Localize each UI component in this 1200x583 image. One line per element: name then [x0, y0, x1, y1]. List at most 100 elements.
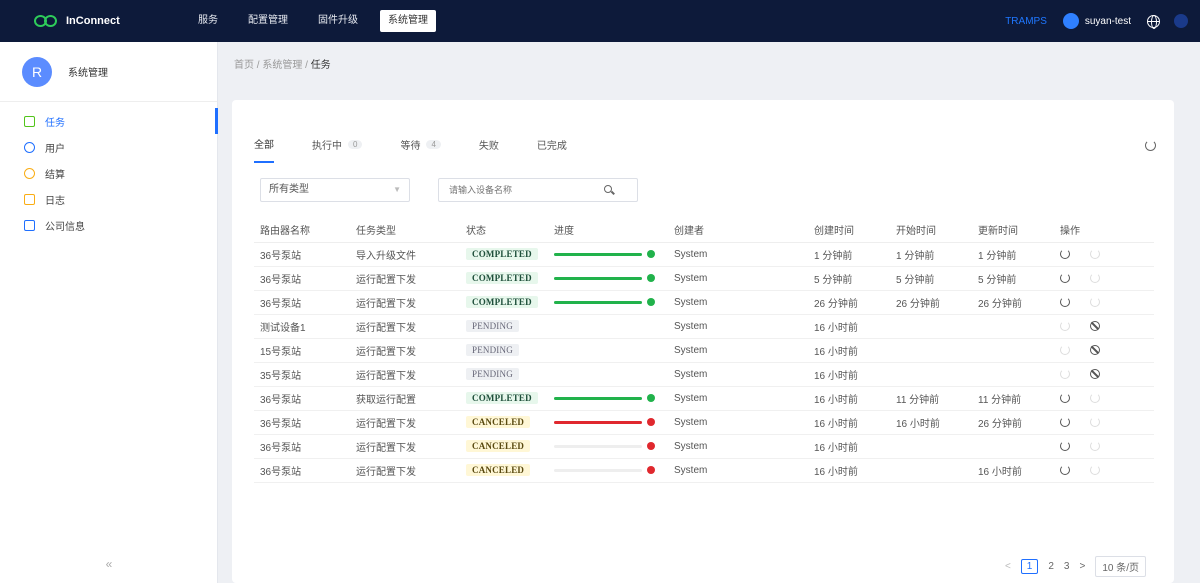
status-cell: COMPLETED [460, 266, 548, 291]
task-type-cell: 运行配置下发 [350, 266, 460, 291]
status-cell: COMPLETED [460, 290, 548, 315]
table-body: 36号泵站 导入升级文件 COMPLETED System 1 分钟前 1 分钟前 1 分钟… [254, 242, 1154, 483]
retry-icon-disabled [1090, 416, 1100, 427]
table-row[interactable]: 15号泵站 运行配置下发 PENDING System 16 小时前 [254, 338, 1154, 363]
status-cell: COMPLETED [460, 386, 548, 411]
cancel-icon[interactable] [1090, 320, 1100, 331]
next-page-button[interactable]: > [1079, 561, 1085, 572]
user-icon [24, 141, 35, 153]
actions-cell [1054, 266, 1154, 291]
nav-item-firmware[interactable]: 固件升级 [310, 10, 366, 32]
progress-cell [548, 434, 668, 459]
log-icon [24, 193, 35, 205]
top-right: TRAMPS suyan-test [1005, 0, 1200, 42]
table-row[interactable]: 36号泵站 运行配置下发 COMPLETED System 26 分钟前 26 分钟前 26… [254, 290, 1154, 315]
status-cell: CANCELED [460, 410, 548, 435]
nav-item-system[interactable]: 系统管理 [380, 10, 436, 32]
logo[interactable]: InConnect [0, 0, 190, 42]
retry-icon[interactable] [1060, 248, 1070, 259]
cancel-icon[interactable] [1090, 368, 1100, 379]
success-dot-icon [647, 250, 655, 258]
retry-icon[interactable] [1060, 464, 1070, 475]
column-header: 创建时间 [808, 218, 890, 243]
task-type-cell: 运行配置下发 [350, 458, 460, 483]
retry-icon[interactable] [1060, 296, 1070, 307]
progress-cell [548, 458, 668, 483]
refresh-icon[interactable] [1145, 140, 1156, 151]
start-time-cell: 5 分钟前 [890, 266, 972, 291]
column-header: 路由器名称 [254, 218, 350, 243]
creator-cell: System [668, 386, 808, 411]
nav-item-config[interactable]: 配置管理 [240, 10, 296, 32]
nav-item-service[interactable]: 服务 [190, 10, 226, 32]
sidebar-item-task[interactable]: 任务 [0, 108, 218, 134]
actions-cell [1054, 434, 1154, 459]
page-1-button[interactable]: 1 [1020, 559, 1039, 574]
globe-icon[interactable] [1147, 14, 1160, 29]
table-row[interactable]: 36号泵站 获取运行配置 COMPLETED System 16 小时前 11 分钟前 11… [254, 386, 1154, 411]
status-cell: CANCELED [460, 434, 548, 459]
tab-all[interactable]: 全部 [254, 136, 274, 163]
retry-icon[interactable] [1060, 272, 1070, 283]
tab-waiting[interactable]: 等待 4 [400, 136, 441, 163]
tab-completed[interactable]: 已完成 [537, 136, 567, 163]
creator-cell: System [668, 458, 808, 483]
update-time-cell [972, 314, 1054, 339]
collapse-sidebar-button[interactable]: « [0, 557, 218, 571]
tab-running[interactable]: 执行中 0 [312, 136, 363, 163]
breadcrumb-home[interactable]: 首页 [234, 60, 254, 71]
success-dot-icon [647, 394, 655, 402]
error-dot-icon [647, 466, 655, 474]
breadcrumb: 首页 / 系统管理 / 任务 [234, 60, 331, 71]
retry-icon[interactable] [1060, 416, 1070, 427]
error-dot-icon [647, 442, 655, 450]
column-header: 状态 [460, 218, 548, 243]
table-row[interactable]: 测试设备1 运行配置下发 PENDING System 16 小时前 [254, 314, 1154, 339]
table-row[interactable]: 35号泵站 运行配置下发 PENDING System 16 小时前 [254, 362, 1154, 387]
table-header: 路由器名称 任务类型 状态 进度 创建者 创建时间 开始时间 更新时间 操作 [254, 218, 1154, 243]
type-select[interactable]: 所有类型 ▼ [260, 178, 410, 202]
cancel-icon[interactable] [1090, 344, 1100, 355]
sidebar-item-company[interactable]: 公司信息 [0, 212, 217, 238]
user-avatar[interactable] [1062, 13, 1079, 29]
sidebar-item-user[interactable]: 用户 [0, 134, 217, 160]
update-time-cell [972, 362, 1054, 387]
username[interactable]: suyan-test [1085, 16, 1131, 27]
created-time-cell: 16 小时前 [808, 314, 890, 339]
table-row[interactable]: 36号泵站 运行配置下发 CANCELED System 16 小时前 [254, 434, 1154, 459]
status-badge: CANCELED [466, 440, 531, 452]
sidebar-item-billing[interactable]: 结算 [0, 160, 217, 186]
retry-icon[interactable] [1060, 440, 1070, 451]
header-link[interactable]: TRAMPS [1005, 16, 1047, 27]
table-row[interactable]: 36号泵站 运行配置下发 COMPLETED System 5 分钟前 5 分钟前 5 分钟… [254, 266, 1154, 291]
status-badge: COMPLETED [466, 248, 538, 260]
table-row[interactable]: 36号泵站 运行配置下发 CANCELED System 16 小时前 16 小时前 [254, 458, 1154, 483]
table-row[interactable]: 36号泵站 运行配置下发 CANCELED System 16 小时前 16 小时前 26 … [254, 410, 1154, 435]
table-row[interactable]: 36号泵站 导入升级文件 COMPLETED System 1 分钟前 1 分钟前 1 分钟… [254, 242, 1154, 267]
actions-cell [1054, 458, 1154, 483]
sidebar-menu: 任务 用户 结算 日志 公司信息 [0, 102, 218, 238]
sidebar-item-log[interactable]: 日志 [0, 186, 217, 212]
search-icon[interactable] [604, 185, 612, 193]
retry-icon[interactable] [1060, 392, 1070, 403]
router-name-cell: 36号泵站 [254, 242, 350, 267]
update-time-cell: 5 分钟前 [972, 266, 1054, 291]
progress-bar [554, 420, 642, 424]
page-size-select[interactable]: 10 条/页 [1095, 556, 1146, 577]
router-name-cell: 35号泵站 [254, 362, 350, 387]
status-badge: COMPLETED [466, 296, 538, 308]
page-2-button[interactable]: 2 [1048, 561, 1054, 572]
breadcrumb-section[interactable]: 系统管理 [262, 60, 302, 71]
notification-icon[interactable] [1174, 14, 1188, 28]
page-3-button[interactable]: 3 [1064, 561, 1070, 572]
update-time-cell [972, 338, 1054, 363]
prev-page-button[interactable]: < [1005, 561, 1011, 572]
router-name-cell: 15号泵站 [254, 338, 350, 363]
status-cell: PENDING [460, 362, 548, 387]
task-type-cell: 获取运行配置 [350, 386, 460, 411]
actions-cell [1054, 362, 1154, 387]
actions-cell [1054, 314, 1154, 339]
tab-failed[interactable]: 失败 [479, 136, 499, 163]
error-dot-icon [647, 418, 655, 426]
column-header: 创建者 [668, 218, 808, 243]
